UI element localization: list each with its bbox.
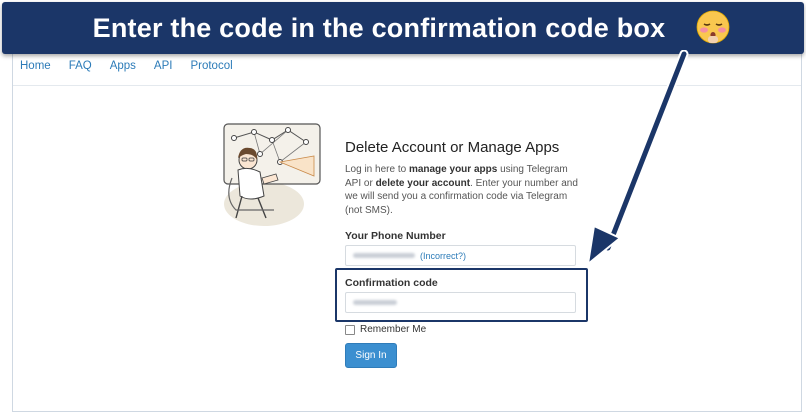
nav-protocol[interactable]: Protocol xyxy=(190,60,232,80)
remember-me-checkbox[interactable] xyxy=(345,324,355,335)
sign-in-button[interactable]: Sign In xyxy=(345,343,397,368)
intro-text: Log in here to manage your apps using Te… xyxy=(345,164,578,216)
nav-faq[interactable]: FAQ xyxy=(69,60,92,80)
incorrect-link[interactable]: (Incorrect?) xyxy=(420,251,466,261)
remember-me-label: Remember Me xyxy=(360,324,427,335)
phone-value-blurred xyxy=(353,253,415,258)
remember-me[interactable]: Remember Me xyxy=(345,324,426,335)
page-title: Delete Account or Manage Apps xyxy=(345,139,560,156)
phone-field[interactable]: (Incorrect?) xyxy=(345,245,576,266)
face-with-rosy-cheeks-emoji-icon xyxy=(696,10,730,44)
top-nav: Home FAQ Apps API Protocol xyxy=(20,60,233,80)
pointer-arrow-icon xyxy=(587,50,689,265)
confirmation-code-highlight-box xyxy=(335,268,588,322)
phone-label: Your Phone Number xyxy=(345,230,446,242)
banner-text: Enter the code in the confirmation code … xyxy=(92,12,666,43)
nav-apps[interactable]: Apps xyxy=(110,60,136,80)
nav-home[interactable]: Home xyxy=(20,60,51,80)
nav-api[interactable]: API xyxy=(154,60,173,80)
instruction-banner: Enter the code in the confirmation code … xyxy=(2,2,804,54)
telegram-developer-illustration-icon xyxy=(223,123,321,226)
